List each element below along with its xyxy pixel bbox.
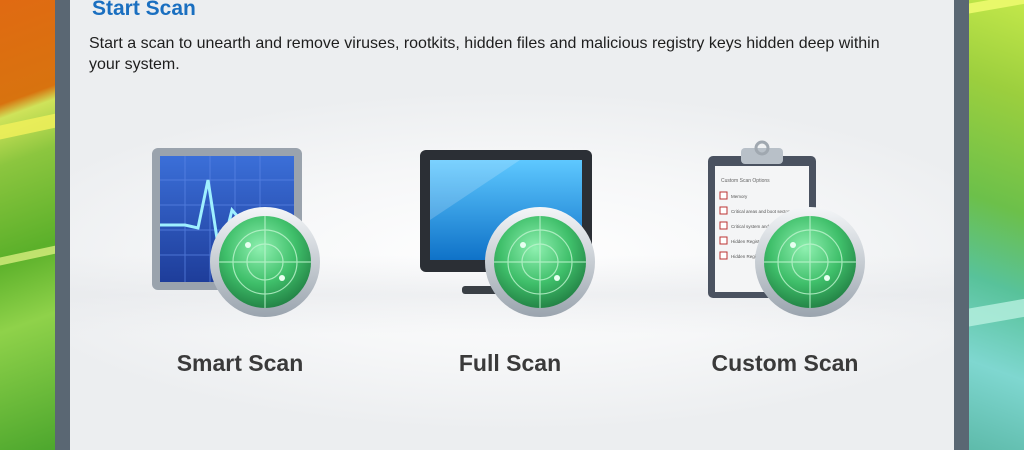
- full-scan-button[interactable]: Full Scan: [400, 140, 620, 390]
- clipboard-checklist-radar-icon: Custom Scan Options Memory Critical area…: [708, 140, 865, 317]
- monitor-graph-radar-icon: [152, 148, 320, 317]
- custom-scan-label: Custom Scan: [711, 350, 859, 376]
- computer-monitor-radar-icon: [420, 150, 595, 317]
- clipboard-item: Memory: [731, 194, 748, 199]
- clipboard-item: Critical areas and boot sector: [731, 209, 790, 214]
- smart-scan-button[interactable]: Smart Scan: [130, 140, 350, 390]
- full-scan-label: Full Scan: [458, 350, 562, 376]
- custom-scan-button[interactable]: Custom Scan Options Memory Critical area…: [675, 140, 895, 390]
- page-title: Start Scan: [92, 0, 196, 20]
- page-description: Start a scan to unearth and remove virus…: [89, 35, 880, 73]
- smart-scan-label: Smart Scan: [176, 350, 304, 376]
- clipboard-heading: Custom Scan Options: [721, 178, 770, 184]
